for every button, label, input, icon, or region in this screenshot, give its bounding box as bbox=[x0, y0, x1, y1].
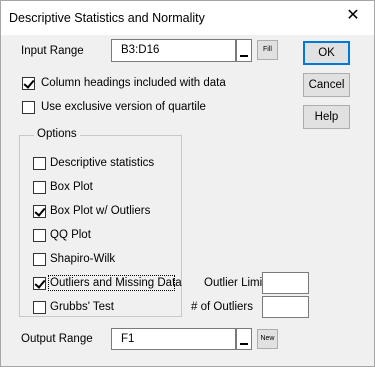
grubbs-test-checkbox[interactable] bbox=[33, 301, 46, 314]
options-group-title: Options bbox=[34, 128, 80, 140]
close-icon[interactable]: ✕ bbox=[346, 8, 360, 24]
input-range-field[interactable]: B3:D16 bbox=[111, 39, 236, 62]
cancel-button[interactable]: Cancel bbox=[303, 73, 350, 97]
descriptive-statistics-checkbox[interactable] bbox=[33, 157, 46, 170]
outlier-limit-label: Outlier Limit bbox=[204, 277, 266, 289]
num-outliers-field[interactable] bbox=[262, 296, 309, 318]
exclusive-quartile-checkbox[interactable] bbox=[22, 101, 35, 114]
column-headings-label: Column headings included with data bbox=[41, 77, 226, 89]
qq-plot-label: QQ Plot bbox=[50, 229, 91, 241]
grubbs-test-label: Grubbs' Test bbox=[50, 301, 114, 313]
ok-button[interactable]: OK bbox=[303, 41, 350, 65]
shapiro-wilk-label: Shapiro-Wilk bbox=[50, 253, 116, 265]
qq-plot-checkbox[interactable] bbox=[33, 229, 46, 242]
dialog-window: Descriptive Statistics and Normality ✕ I… bbox=[0, 0, 375, 367]
outlier-limit-field[interactable] bbox=[262, 272, 309, 294]
input-range-label: Input Range bbox=[21, 45, 84, 57]
outliers-missing-data-label: Outliers and Missing Data bbox=[50, 277, 182, 289]
num-outliers-label: # of Outliers bbox=[191, 301, 253, 313]
input-range-collapse-button[interactable] bbox=[236, 39, 252, 62]
shapiro-wilk-checkbox[interactable] bbox=[33, 253, 46, 266]
title-bar: Descriptive Statistics and Normality ✕ bbox=[1, 1, 374, 35]
column-headings-checkbox[interactable] bbox=[22, 77, 35, 90]
help-button[interactable]: Help bbox=[303, 105, 350, 129]
output-range-field[interactable]: F1 bbox=[111, 328, 236, 350]
box-plot-label: Box Plot bbox=[50, 181, 93, 193]
descriptive-statistics-label: Descriptive statistics bbox=[50, 157, 155, 169]
output-range-label: Output Range bbox=[21, 333, 93, 345]
window-title: Descriptive Statistics and Normality bbox=[9, 11, 205, 25]
output-range-collapse-button[interactable] bbox=[236, 328, 252, 350]
box-plot-outliers-label: Box Plot w/ Outliers bbox=[50, 205, 151, 217]
new-button[interactable]: New bbox=[257, 329, 278, 349]
outliers-missing-data-checkbox[interactable] bbox=[33, 277, 46, 290]
fill-button[interactable]: Fill bbox=[257, 40, 278, 60]
box-plot-checkbox[interactable] bbox=[33, 181, 46, 194]
box-plot-outliers-checkbox[interactable] bbox=[33, 205, 46, 218]
exclusive-quartile-label: Use exclusive version of quartile bbox=[41, 101, 206, 113]
